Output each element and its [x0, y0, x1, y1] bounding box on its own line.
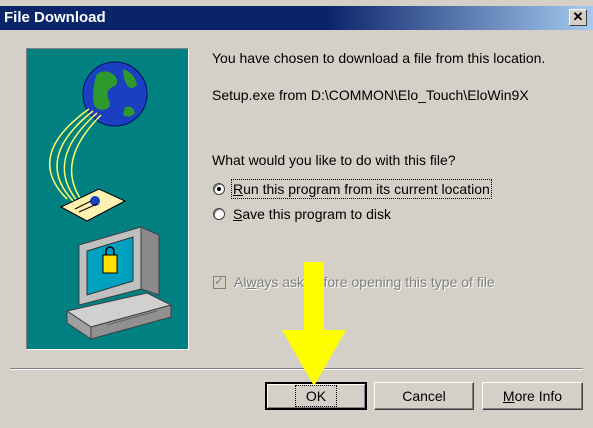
cancel-label: Cancel — [402, 388, 446, 404]
always-ask-label: Always ask before opening this type of f… — [234, 274, 495, 290]
more-info-label: More Info — [502, 388, 563, 404]
globe-computer-icon — [49, 61, 173, 340]
cancel-button[interactable]: Cancel — [374, 382, 474, 410]
save-program-radio[interactable] — [213, 208, 225, 220]
download-illustration — [26, 48, 189, 350]
save-program-option[interactable]: Save this program to disk — [213, 206, 391, 222]
title-bar[interactable]: File Download ✕ — [0, 6, 593, 30]
close-icon[interactable]: ✕ — [569, 9, 587, 26]
arrow-down-icon — [282, 262, 346, 386]
always-ask-option: Always ask before opening this type of f… — [213, 274, 495, 290]
file-download-dialog: File Download ✕ You have chosen to downl… — [0, 0, 593, 428]
run-program-radio[interactable] — [213, 183, 225, 195]
more-info-button[interactable]: More Info — [482, 382, 583, 410]
run-program-label[interactable]: Run this program from its current locati… — [231, 179, 492, 199]
always-ask-checkbox — [213, 274, 226, 289]
save-program-label[interactable]: Save this program to disk — [233, 206, 391, 222]
question-text: What would you like to do with this file… — [212, 152, 456, 168]
dialog-title: File Download — [4, 9, 106, 26]
run-program-option[interactable]: Run this program from its current locati… — [213, 179, 492, 199]
file-source-text: Setup.exe from D:\COMMON\Elo_Touch\EloWi… — [212, 87, 529, 103]
location-message: You have chosen to download a file from … — [212, 50, 546, 66]
